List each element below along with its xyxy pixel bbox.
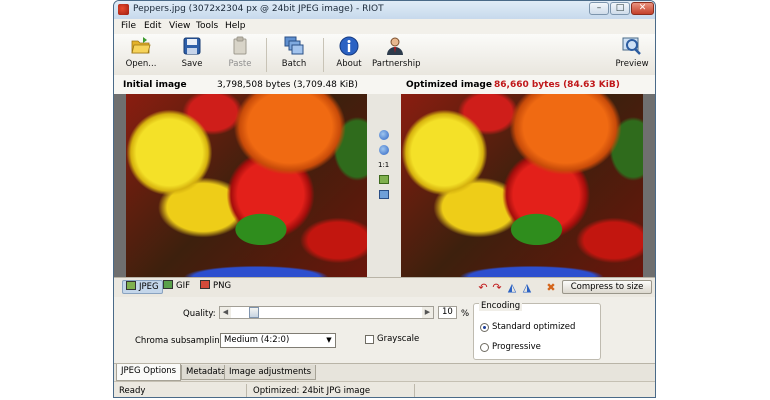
clipboard-icon <box>230 36 250 56</box>
progressive-radio[interactable] <box>480 343 489 352</box>
status-ready: Ready <box>119 386 146 396</box>
paste-label: Paste <box>228 59 252 69</box>
chroma-subsampling-select[interactable]: Medium (4:2:0) ▼ <box>220 333 336 348</box>
chevron-down-icon: ▼ <box>326 336 332 344</box>
tab-png-label: PNG <box>213 281 232 291</box>
tab-gif[interactable]: GIF <box>160 280 193 294</box>
riot-window: Peppers.jpg (3072x2304 px @ 24bit JPEG i… <box>113 0 656 398</box>
maximize-button[interactable]: □ <box>610 2 630 15</box>
flip-horizontal-icon[interactable]: ◭ <box>506 282 518 293</box>
tab-jpeg-label: JPEG <box>139 282 159 292</box>
window-title: Peppers.jpg (3072x2304 px @ 24bit JPEG i… <box>133 4 384 14</box>
tab-png[interactable]: PNG <box>197 280 234 294</box>
about-button[interactable]: About <box>326 36 372 69</box>
quality-slider[interactable]: ◀ ▶ <box>219 306 434 319</box>
batch-images-icon <box>284 36 304 56</box>
status-separator <box>414 384 415 397</box>
format-bar: JPEG GIF PNG ↶ ↷ ◭ ◮ ✖ Compress to size <box>114 277 655 298</box>
grayscale-checkbox[interactable] <box>365 335 374 344</box>
app-pepper-icon <box>118 4 129 15</box>
tab-gif-label: GIF <box>176 281 190 291</box>
quality-value-field[interactable]: 10 <box>438 306 457 319</box>
grayscale-label: Grayscale <box>377 334 420 344</box>
chroma-subsampling-label: Chroma subsampling: <box>135 336 228 346</box>
flip-vertical-icon[interactable]: ◮ <box>521 282 533 293</box>
chroma-subsampling-value: Medium (4:2:0) <box>224 335 290 345</box>
tab-jpeg-options[interactable]: JPEG Options <box>116 364 182 381</box>
optimized-image-label: Optimized image <box>406 80 492 90</box>
toolbar-separator <box>323 38 324 72</box>
standard-optimized-radio[interactable] <box>480 323 489 332</box>
rotate-right-icon[interactable]: ↷ <box>491 282 503 293</box>
initial-image-label: Initial image <box>123 80 187 90</box>
initial-image-preview <box>126 94 367 277</box>
person-icon <box>385 36 405 56</box>
options-tabs: JPEG Options Metadata Image adjustments <box>114 363 655 382</box>
jpeg-format-icon <box>126 281 136 290</box>
rotate-left-icon[interactable]: ↶ <box>477 282 489 293</box>
partnership-label: Partnership <box>372 59 421 69</box>
quality-slider-thumb[interactable] <box>249 307 259 318</box>
optimized-image-panel[interactable] <box>401 94 655 277</box>
optimized-image-size: 86,660 bytes (84.63 KiB) <box>494 80 620 90</box>
paste-button[interactable]: Paste <box>217 36 263 69</box>
open-button[interactable]: Open... <box>118 36 164 69</box>
toolbar-separator <box>266 38 267 72</box>
menu-help[interactable]: Help <box>225 21 246 31</box>
zoom-out-icon[interactable] <box>379 145 389 155</box>
png-format-icon <box>200 280 210 289</box>
slider-right-arrow-icon[interactable]: ▶ <box>422 307 433 318</box>
batch-label: Batch <box>281 59 307 69</box>
standard-optimized-label: Standard optimized <box>492 322 576 332</box>
menu-tools[interactable]: Tools <box>196 21 218 31</box>
zoom-in-icon[interactable] <box>379 130 389 140</box>
title-bar[interactable]: Peppers.jpg (3072x2304 px @ 24bit JPEG i… <box>114 1 655 20</box>
floppy-disk-icon <box>182 36 202 56</box>
magnifier-preview-icon <box>622 36 642 56</box>
menu-edit[interactable]: Edit <box>144 21 161 31</box>
status-optimized: Optimized: 24bit JPG image <box>253 386 371 396</box>
close-button[interactable]: ✕ <box>631 2 654 15</box>
save-label: Save <box>181 59 203 69</box>
menu-file[interactable]: File <box>121 21 136 31</box>
reset-icon[interactable]: ✖ <box>545 282 557 293</box>
image-headers: Initial image 3,798,508 bytes (3,709.48 … <box>114 75 655 95</box>
folder-icon <box>131 36 151 56</box>
status-bar: Ready Optimized: 24bit JPG image <box>114 381 655 397</box>
quality-unit: % <box>461 309 470 319</box>
minimize-button[interactable]: – <box>589 2 609 15</box>
sync-view-icon[interactable] <box>379 190 389 199</box>
info-icon <box>339 36 359 56</box>
encoding-title: Encoding <box>479 301 523 311</box>
preview-button[interactable]: Preview <box>609 36 655 69</box>
initial-image-size: 3,798,508 bytes (3,709.48 KiB) <box>217 80 358 90</box>
fit-to-window-icon[interactable] <box>379 175 389 184</box>
open-label: Open... <box>125 59 157 69</box>
status-separator <box>246 384 247 397</box>
preview-label: Preview <box>615 59 649 69</box>
toolbar: Open... Save Paste Batch About Partnersh… <box>114 34 655 76</box>
about-label: About <box>336 59 362 69</box>
quality-label: Quality: <box>183 309 216 319</box>
optimized-image-preview <box>401 94 643 277</box>
slider-left-arrow-icon[interactable]: ◀ <box>220 307 231 318</box>
initial-image-panel[interactable] <box>114 94 367 277</box>
progressive-label: Progressive <box>492 342 541 352</box>
tab-jpeg[interactable]: JPEG <box>122 280 163 294</box>
batch-button[interactable]: Batch <box>271 36 317 69</box>
jpeg-options-panel: Quality: ◀ ▶ 10 % Chroma subsampling: Me… <box>114 297 655 363</box>
save-button[interactable]: Save <box>169 36 215 69</box>
menu-view[interactable]: View <box>169 21 190 31</box>
zoom-toolbar: 1:1 <box>367 94 401 277</box>
compress-to-size-button[interactable]: Compress to size <box>562 280 652 294</box>
menu-bar: File Edit View Tools Help <box>114 19 655 34</box>
actual-size-button[interactable]: 1:1 <box>378 161 389 169</box>
partnership-button[interactable]: Partnership <box>372 36 421 69</box>
encoding-group: Encoding Standard optimized Progressive <box>473 301 601 360</box>
tab-image-adjustments[interactable]: Image adjustments <box>224 365 317 380</box>
gif-format-icon <box>163 280 173 289</box>
